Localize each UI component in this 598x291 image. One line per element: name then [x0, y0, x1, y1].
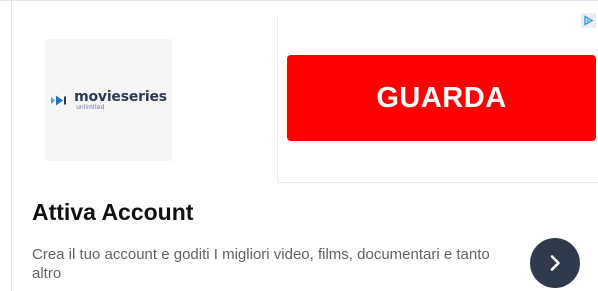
- movieseries-logo-icon: [50, 94, 70, 107]
- ad-headline[interactable]: Attiva Account: [32, 199, 193, 226]
- brand-logo: movieseries unlimited: [50, 90, 167, 111]
- brand-name: movieseries: [74, 88, 167, 105]
- next-button[interactable]: [530, 238, 580, 288]
- adchoices-icon[interactable]: [581, 13, 596, 28]
- chevron-right-icon: [545, 253, 565, 273]
- ad-unit[interactable]: movieseries unlimited GUARDA Attiva Acco…: [0, 0, 598, 291]
- watch-button[interactable]: GUARDA: [287, 55, 596, 141]
- brand-logo-panel[interactable]: movieseries unlimited: [45, 39, 172, 161]
- ad-description: Crea il tuo account e goditi I migliori …: [32, 246, 490, 282]
- watch-button-label: GUARDA: [376, 81, 507, 114]
- frame-divider: [11, 1, 12, 291]
- brand-logo-text: movieseries unlimited: [74, 90, 167, 111]
- brand-tagline: unlimited: [76, 103, 105, 111]
- cta-panel: GUARDA: [277, 15, 598, 183]
